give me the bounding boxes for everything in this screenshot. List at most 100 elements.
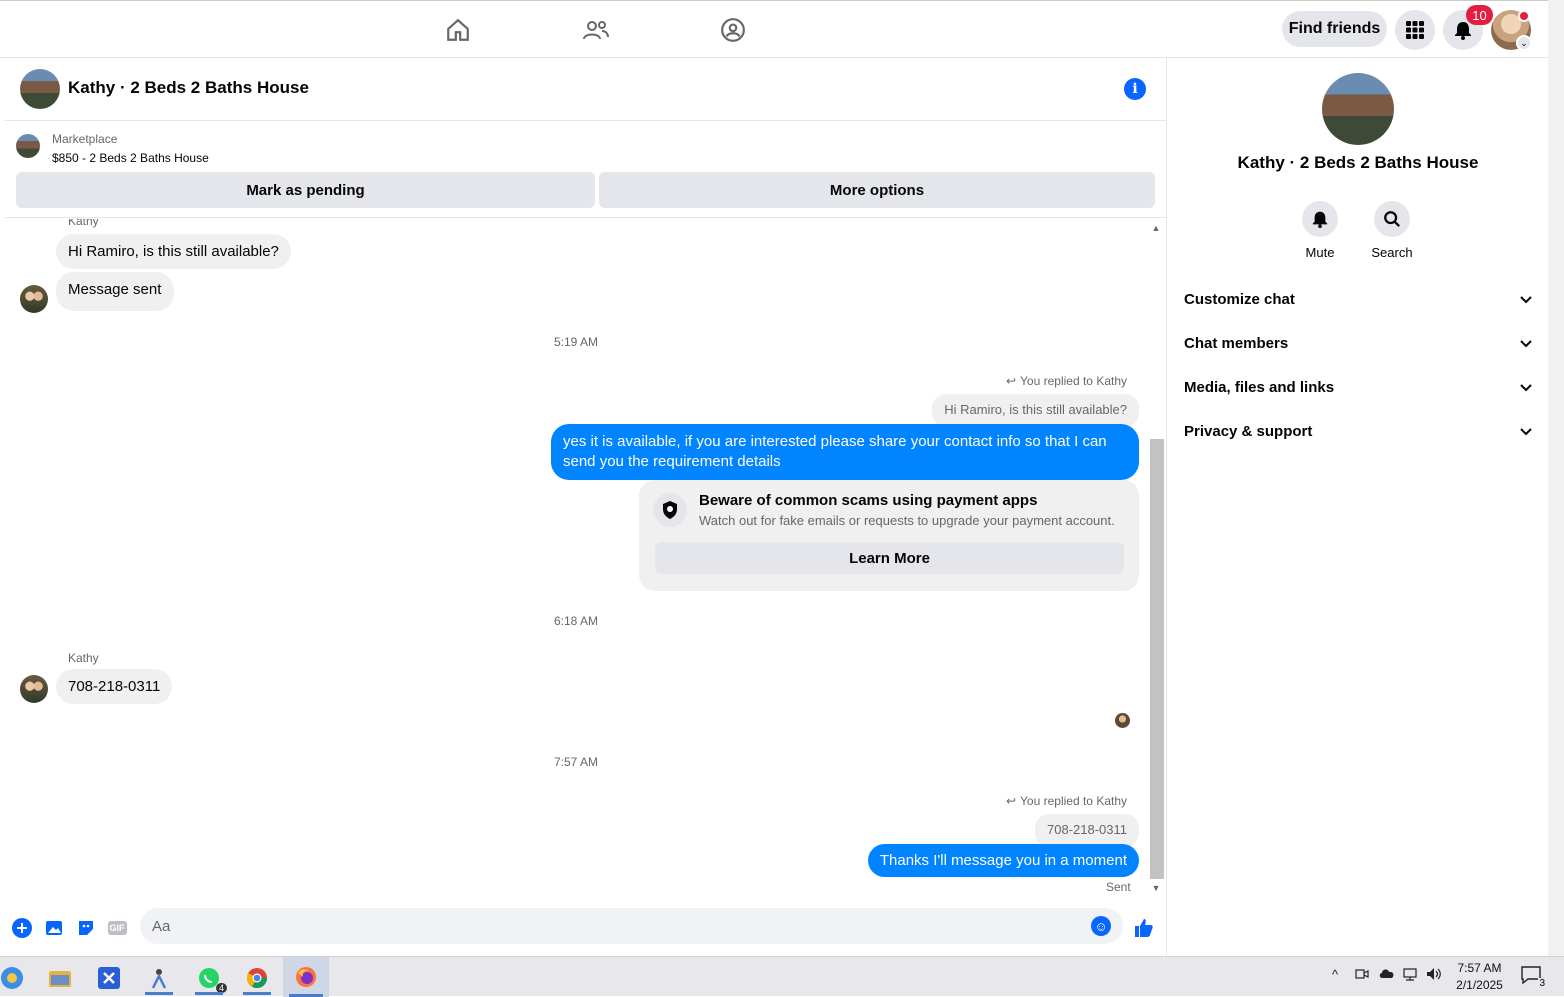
windows-taskbar: 4 ^ 7:57 AM 2/1/2025 3 [0,956,1564,997]
sender-avatar[interactable] [20,285,48,313]
chevron-down-icon [1520,291,1532,308]
volume-icon[interactable] [1426,967,1442,984]
incoming-message[interactable]: Message sent [56,272,174,311]
mute-label: Mute [1305,245,1335,260]
plus-icon[interactable] [11,917,33,939]
message-composer: GIF ☺ [5,899,1167,956]
search-icon[interactable] [1374,201,1410,237]
timestamp: 6:18 AM [553,614,599,628]
outgoing-message[interactable]: Thanks I'll message you in a moment [867,844,1139,877]
reply-indicator: ↩ You replied to Kathy [1006,794,1127,808]
learn-more-button[interactable]: Learn More [655,542,1124,574]
delivery-status: Sent [1106,880,1131,894]
search-action[interactable]: Search [1362,201,1422,260]
emoji-icon[interactable]: ☺ [1091,916,1111,936]
chevron-down-icon[interactable]: ⌄ [1516,35,1532,51]
section-label: Customize chat [1184,290,1295,308]
message-input-wrapper[interactable]: ☺ [140,908,1123,944]
start-app-icon[interactable] [0,961,32,995]
reply-arrow-icon: ↩ [1005,794,1017,808]
scroll-up-arrow-icon[interactable]: ▲ [1151,223,1161,233]
message-scrollbar[interactable]: ▲ ▼ [1147,219,1165,899]
listing-avatar[interactable] [20,69,60,109]
firefox-icon[interactable] [283,957,329,997]
scrollbar-thumb[interactable] [1150,439,1164,879]
scroll-down-arrow-icon[interactable]: ▼ [1151,883,1161,893]
app-x-icon[interactable] [89,961,129,995]
warning-title: Beware of common scams using payment app… [699,492,1038,509]
timestamp: 5:19 AM [553,335,599,349]
photo-icon[interactable] [43,917,65,939]
notification-center-icon[interactable]: 3 [1520,965,1546,989]
reply-arrow-icon: ↩ [1005,374,1017,388]
chat-members-section[interactable]: Chat members [1184,323,1532,363]
incoming-message[interactable]: 708-218-0311 [56,669,173,704]
warning-description: Watch out for fake emails or requests to… [699,513,1115,528]
quoted-message[interactable]: Hi Ramiro, is this still available? [932,394,1139,427]
listing-title[interactable]: $850 - 2 Beds 2 Baths House [52,151,209,165]
profile-alert-dot [1518,10,1530,22]
meet-icon[interactable] [1355,967,1369,984]
quoted-message[interactable]: 708-218-0311 [1035,814,1139,847]
mark-as-pending-button[interactable]: Mark as pending [16,172,595,208]
home-icon[interactable] [443,15,473,45]
find-friends-button[interactable]: Find friends [1282,11,1387,47]
reply-label: You replied to Kathy [1020,794,1127,808]
reply-indicator: ↩ You replied to Kathy [1006,374,1127,388]
outgoing-message-line: send you the requirement details [563,453,781,470]
thumbs-up-icon[interactable] [1133,917,1155,939]
incoming-message[interactable]: Hi Ramiro, is this still available? [56,234,291,269]
clock-time: 7:57 AM [1457,961,1502,975]
bell-icon[interactable] [1302,201,1338,237]
friends-icon[interactable] [581,15,611,45]
network-icon[interactable] [1402,967,1418,984]
sticker-icon[interactable] [75,917,97,939]
whatsapp-icon[interactable]: 4 [189,961,229,995]
chat-details-panel: Kathy · 2 Beds 2 Baths House Mute Search… [1168,58,1548,956]
file-explorer-icon[interactable] [40,961,80,995]
page-scrollbar[interactable] [1548,0,1564,956]
app-figure-icon[interactable] [139,961,179,995]
notification-count-badge: 10 [1466,5,1493,25]
outgoing-message[interactable]: yes it is available, if you are interest… [551,424,1139,480]
chevron-up-icon[interactable]: ^ [1332,967,1338,982]
gif-label: GIF [107,921,127,935]
section-label: Privacy & support [1184,422,1313,440]
listing-thumbnail[interactable] [16,134,40,158]
clock-date: 2/1/2025 [1456,978,1503,992]
reply-label: You replied to Kathy [1020,374,1127,388]
whatsapp-badge: 4 [215,983,227,993]
mute-action[interactable]: Mute [1290,201,1350,260]
chat-window: Kathy · 2 Beds 2 Baths House i Marketpla… [5,58,1167,956]
message-input[interactable] [152,908,1072,944]
sender-avatar[interactable] [20,675,48,703]
media-files-links-section[interactable]: Media, files and links [1184,367,1532,407]
chrome-icon[interactable] [237,961,277,995]
chat-title[interactable]: Kathy · 2 Beds 2 Baths House [68,78,309,98]
sender-name: Kathy [68,651,99,665]
seen-indicator-avatar [1115,713,1130,728]
system-clock[interactable]: 7:57 AM 2/1/2025 [1452,960,1507,994]
privacy-support-section[interactable]: Privacy & support [1184,411,1532,451]
gif-icon[interactable]: GIF [106,917,128,939]
panel-title: Kathy · 2 Beds 2 Baths House [1237,153,1479,172]
menu-grid-icon[interactable] [1395,10,1435,50]
notification-count: 3 [1538,978,1546,989]
customize-chat-section[interactable]: Customize chat [1184,279,1532,319]
section-label: Media, files and links [1184,378,1335,396]
timestamp: 7:57 AM [553,755,599,769]
sender-name: Kathy [68,219,99,228]
groups-icon[interactable] [718,15,748,45]
listing-large-avatar[interactable] [1322,73,1394,145]
shield-icon [653,493,687,527]
more-options-button[interactable]: More options [599,172,1155,208]
scam-warning-card: Beware of common scams using payment app… [639,480,1139,591]
section-label: Chat members [1184,334,1289,352]
marketplace-listing-banner: Marketplace $850 - 2 Beds 2 Baths House … [5,122,1167,218]
outgoing-message-line: yes it is available, if you are interest… [563,433,1107,450]
info-icon[interactable]: i [1124,78,1146,100]
top-navigation-bar: Find friends 10 ⌄ [0,0,1548,58]
message-list: Kathy Hi Ramiro, is this still available… [5,219,1147,899]
chat-header: Kathy · 2 Beds 2 Baths House i [5,58,1167,121]
cloud-icon[interactable] [1378,967,1396,982]
